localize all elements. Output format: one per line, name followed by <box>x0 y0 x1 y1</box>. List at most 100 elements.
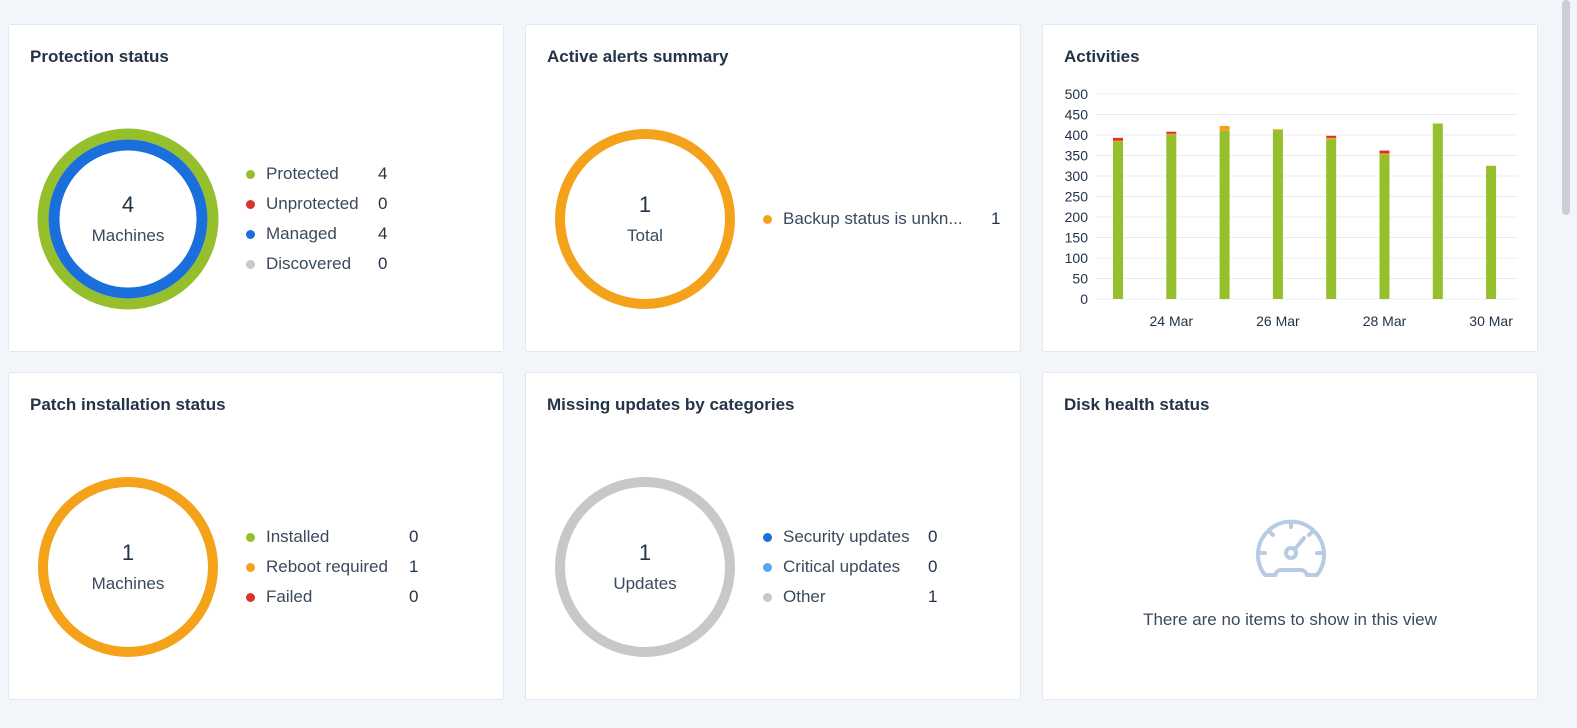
y-tick-label: 350 <box>1065 148 1089 164</box>
patch-installation-widget: Patch installation status 1 Machines Inst… <box>8 372 504 700</box>
y-tick-label: 150 <box>1065 230 1089 246</box>
y-tick-label: 50 <box>1072 271 1088 287</box>
legend-value: 0 <box>409 587 419 606</box>
legend-value: 0 <box>928 527 938 546</box>
legend-dot <box>246 259 255 269</box>
bar-segment <box>1432 123 1443 300</box>
legend-dot <box>246 532 255 542</box>
legend-label: Security updates <box>783 527 910 546</box>
total-count: 1 <box>638 192 652 217</box>
bar-segment <box>1113 137 1123 141</box>
y-tick-label: 300 <box>1065 168 1089 184</box>
legend: Backup status is unkn... 1 <box>763 204 1000 234</box>
legend-value: 0 <box>378 194 388 213</box>
bar-segment <box>1113 140 1123 142</box>
legend-dot <box>246 592 255 602</box>
legend-value: 4 <box>378 164 388 183</box>
missing-updates-widget: Missing updates by categories 1 Updates S… <box>525 372 1021 700</box>
legend-item[interactable]: Installed 0 <box>246 522 418 552</box>
x-tick-label: 26 Mar <box>1256 313 1300 329</box>
legend-label: Discovered <box>266 254 352 273</box>
activities-widget: Activities 0 50 100 150 200 250 300 350 400 450 50… <box>1042 24 1538 352</box>
bar-segment <box>1272 130 1283 299</box>
bar-segment <box>1219 130 1230 299</box>
bar-segment <box>1326 139 1337 299</box>
legend: Installed 0 Reboot required 1 Failed 0 <box>246 522 418 612</box>
legend-dot <box>246 229 255 239</box>
total-count: 1 <box>121 540 135 565</box>
bar-segment <box>1379 153 1390 155</box>
x-tick-label: 28 Mar <box>1363 313 1407 329</box>
total-label: Machines <box>91 574 165 593</box>
legend-dot <box>763 532 772 542</box>
legend-label: Reboot required <box>266 557 388 576</box>
legend-dot <box>246 562 255 572</box>
bar-segment <box>1326 137 1337 140</box>
legend-item[interactable]: Backup status is unkn... 1 <box>763 204 1000 234</box>
legend-label: Failed <box>266 587 313 606</box>
y-tick-label: 200 <box>1065 209 1089 225</box>
widget-title: Patch installation status <box>30 395 226 414</box>
legend-dot <box>246 199 255 209</box>
legend: Security updates 0 Critical updates 0 Other 1 <box>763 522 937 612</box>
y-tick-label: 500 <box>1065 86 1089 102</box>
legend-label: Protected <box>266 164 339 183</box>
legend-value: 1 <box>409 557 419 576</box>
widget-title: Missing updates by categories <box>547 395 795 414</box>
legend-item[interactable]: Unprotected 0 <box>246 189 387 219</box>
widget-title: Protection status <box>30 47 169 66</box>
legend-label: Installed <box>266 527 330 546</box>
bar-segment <box>1166 133 1177 135</box>
bar-segment <box>1326 135 1337 138</box>
bar-segment <box>1486 165 1497 299</box>
y-tick-label: 450 <box>1065 107 1089 123</box>
x-tick-label: 24 Mar <box>1150 313 1194 329</box>
total-label: Machines <box>91 226 165 245</box>
y-tick-label: 400 <box>1065 127 1089 143</box>
widget-title: Active alerts summary <box>547 47 729 66</box>
legend-value: 1 <box>991 209 1001 228</box>
legend-value: 0 <box>378 254 388 273</box>
widget-title: Disk health status <box>1064 395 1210 414</box>
gauge-icon <box>1256 519 1326 577</box>
y-tick-label: 100 <box>1065 250 1089 266</box>
legend-item[interactable]: Other 1 <box>763 582 937 612</box>
legend-dot <box>763 214 772 224</box>
legend-dot <box>246 169 255 179</box>
legend-item[interactable]: Discovered 0 <box>246 249 387 279</box>
bar-segment <box>1379 150 1390 154</box>
bar-segment <box>1272 129 1283 131</box>
scrollbar[interactable] <box>1562 0 1570 215</box>
legend-item[interactable]: Managed 4 <box>246 219 387 249</box>
legend: Protected 4 Unprotected 0 Managed 4 Discovered… <box>246 159 387 279</box>
total-label: Updates <box>613 574 677 593</box>
bar-segment <box>1166 135 1177 299</box>
legend-label: Managed <box>266 224 337 243</box>
legend-label: Unprotected <box>266 194 359 213</box>
bar-segment <box>1379 154 1390 299</box>
legend-label: Backup status is unkn... <box>783 209 963 228</box>
legend-item[interactable]: Reboot required 1 <box>246 552 418 582</box>
legend-item[interactable]: Security updates 0 <box>763 522 937 552</box>
active-alerts-widget: Active alerts summary 1 Total Backup stat… <box>525 24 1021 352</box>
y-tick-label: 250 <box>1065 189 1089 205</box>
protection-status-widget: Protection status 4 Machines Protected 4 Un… <box>8 24 504 352</box>
legend-dot <box>763 592 772 602</box>
legend-item[interactable]: Failed 0 <box>246 582 418 612</box>
legend-dot <box>763 562 772 572</box>
legend-value: 0 <box>928 557 938 576</box>
bar-segment <box>1219 125 1230 131</box>
legend-item[interactable]: Critical updates 0 <box>763 552 937 582</box>
bar-segment <box>1166 131 1177 134</box>
legend-item[interactable]: Protected 4 <box>246 159 387 189</box>
legend-value: 0 <box>409 527 419 546</box>
y-tick-label: 0 <box>1080 291 1088 307</box>
bar-segment <box>1113 141 1123 299</box>
legend-value: 1 <box>928 587 938 606</box>
total-label: Total <box>627 226 663 245</box>
legend-label: Critical updates <box>783 557 901 576</box>
activities-chart: 0 50 100 150 200 250 300 350 400 450 500 24 Mar 26 M… <box>1065 86 1518 329</box>
x-tick-label: 30 Mar <box>1469 313 1513 329</box>
empty-state-text: There are no items to show in this view <box>1143 610 1437 629</box>
total-count: 4 <box>121 192 135 217</box>
